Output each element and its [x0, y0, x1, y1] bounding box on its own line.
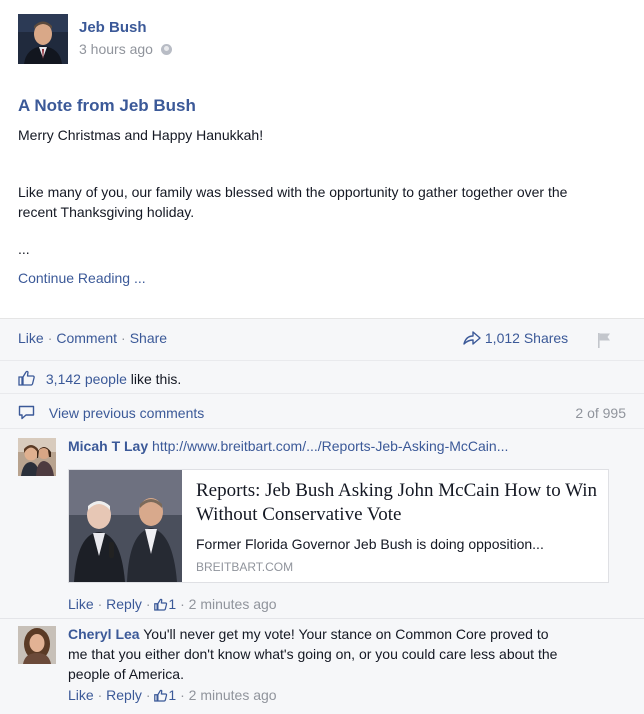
comment-body-line-2: me that you either don't know what's goi…	[68, 646, 558, 662]
divider	[0, 428, 644, 429]
comment-link[interactable]: Comment	[56, 330, 117, 346]
commenter-name[interactable]: Cheryl Lea	[68, 626, 140, 642]
separator: ·	[145, 687, 151, 703]
separator: ·	[121, 330, 126, 346]
comment-2-actions: Like · Reply · 1 · 2 minutes ago	[68, 687, 277, 703]
comment-like-link[interactable]: Like	[68, 687, 94, 703]
comment-2-text: Cheryl Lea You'll never get my vote! You…	[68, 624, 628, 684]
separator: ·	[47, 330, 53, 346]
comment-1-actions: Like · Reply · 1 · 2 minutes ago	[68, 596, 277, 612]
post-time[interactable]: 3 hours ago	[79, 41, 172, 57]
post-paragraph-line-1: Like many of you, our family was blessed…	[18, 184, 568, 200]
shares-count[interactable]: 1,012 Shares	[463, 330, 568, 346]
shared-link-description: Former Florida Governor Jeb Bush is doin…	[196, 536, 544, 552]
commenter-name[interactable]: Micah T Lay	[68, 438, 148, 454]
divider	[0, 360, 644, 361]
comment-link-url[interactable]: http://www.breitbart.com/.../Reports-Jeb…	[152, 438, 508, 454]
comment-body-line-1: You'll never get my vote! Your stance on…	[143, 626, 549, 642]
likes-count[interactable]: 3,142 people	[46, 371, 127, 387]
like-thumb-icon	[154, 598, 168, 611]
shared-link-title[interactable]: Reports: Jeb Bush Asking John McCain How…	[196, 479, 601, 527]
comment-like-link[interactable]: Like	[68, 596, 94, 612]
ufi-section: Like · Comment · Share 1,012 Shares 3,142 pe…	[0, 318, 644, 714]
separator: ·	[97, 687, 103, 703]
separator: ·	[145, 596, 151, 612]
separator: ·	[97, 596, 103, 612]
post: Jeb Bush 3 hours ago A Note from Jeb Bus…	[0, 0, 644, 318]
divider	[0, 393, 644, 394]
shares-label[interactable]: 1,012 Shares	[485, 330, 568, 346]
comment-body-line-3: people of America.	[68, 666, 184, 682]
shared-link-image[interactable]	[69, 470, 182, 582]
share-link[interactable]: Share	[130, 330, 167, 346]
flag-icon[interactable]	[597, 332, 611, 348]
comment-time[interactable]: 2 minutes ago	[189, 687, 277, 703]
view-previous-comments[interactable]: View previous comments	[18, 405, 204, 421]
note-title[interactable]: A Note from Jeb Bush	[18, 96, 196, 116]
comment-1-text: Micah T Lay http://www.breitbart.com/...…	[68, 436, 628, 456]
likes-summary: 3,142 people like this.	[18, 370, 181, 387]
globe-icon	[160, 44, 172, 55]
post-timestamp[interactable]: 3 hours ago	[79, 41, 153, 57]
comment-time[interactable]: 2 minutes ago	[189, 596, 277, 612]
post-actions: Like · Comment · Share	[18, 330, 167, 346]
comment-like-count[interactable]: 1	[168, 596, 176, 612]
post-ellipsis: ...	[18, 241, 30, 257]
commenter-avatar[interactable]	[18, 626, 56, 664]
comment-bubble-icon	[18, 405, 35, 420]
commenter-avatar[interactable]	[18, 438, 56, 476]
comment-pager: 2 of 995	[575, 405, 626, 421]
separator: ·	[180, 596, 185, 612]
continue-reading-link[interactable]: Continue Reading ...	[18, 270, 146, 286]
post-paragraph-line-2: recent Thanksgiving holiday.	[18, 204, 195, 220]
like-thumb-icon	[18, 370, 35, 386]
like-link[interactable]: Like	[18, 330, 44, 346]
share-arrow-icon	[463, 331, 481, 345]
post-greeting: Merry Christmas and Happy Hanukkah!	[18, 127, 264, 143]
divider	[0, 618, 644, 619]
author-avatar[interactable]	[18, 14, 68, 64]
comment-reply-link[interactable]: Reply	[106, 596, 142, 612]
likes-suffix: like this.	[130, 371, 182, 387]
comment-like-count[interactable]: 1	[168, 687, 176, 703]
view-previous-label[interactable]: View previous comments	[49, 405, 204, 421]
shared-link-card[interactable]: Reports: Jeb Bush Asking John McCain How…	[68, 469, 609, 583]
separator: ·	[180, 687, 185, 703]
like-thumb-icon	[154, 689, 168, 702]
comment-reply-link[interactable]: Reply	[106, 687, 142, 703]
author-name[interactable]: Jeb Bush	[79, 19, 147, 36]
shared-link-domain: BREITBART.COM	[196, 560, 294, 574]
divider	[0, 318, 644, 319]
